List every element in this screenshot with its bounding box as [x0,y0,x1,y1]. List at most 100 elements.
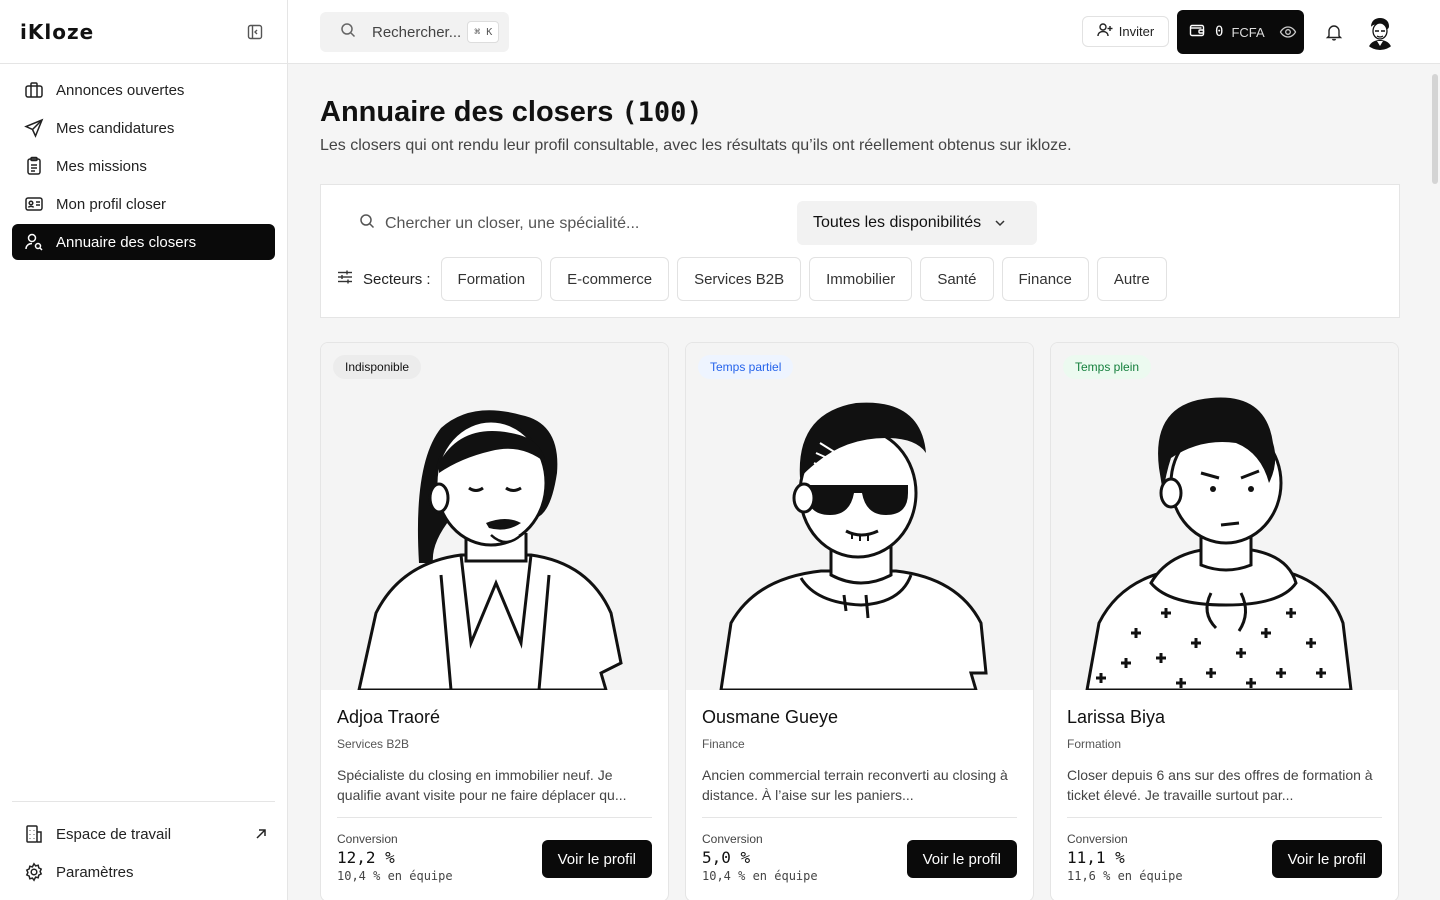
app-root: iKloze Annonces ouvertes Mes candidature… [0,0,1440,900]
availability-select[interactable]: Toutes les disponibilités [797,201,1037,245]
closer-bio: Ancien commercial terrain reconverti au … [702,767,1008,803]
page-title-text: Annuaire des closers [320,96,614,128]
sector-chip-ecommerce[interactable]: E-commerce [550,257,670,301]
building-icon [24,824,44,844]
closer-bio: Closer depuis 6 ans sur des offres de fo… [1067,767,1373,803]
closer-search[interactable]: Chercher un closer, une spécialité... [349,213,639,234]
wallet-balance[interactable]: 0 FCFA [1177,10,1304,54]
page-title: Annuaire des closers (100) [320,96,1400,129]
closer-card[interactable]: Temps partiel Ousmane Gueye Finance Anci… [685,342,1034,900]
sector-chip-formation[interactable]: Formation [440,257,543,301]
closer-search-input[interactable]: Chercher un closer, une spécialité... [385,215,639,233]
clipboard-icon [24,156,44,176]
eye-icon[interactable] [1279,23,1297,41]
closer-bio: Spécialiste du closing en immobilier neu… [337,767,627,803]
app-logo[interactable]: iKloze [20,20,94,44]
sidebar-item-candidatures[interactable]: Mes candidatures [12,110,275,146]
scrollbar-thumb[interactable] [1432,74,1438,184]
view-profile-button[interactable]: Voir le profil [1271,840,1382,878]
sector-chip-sante[interactable]: Santé [920,257,994,301]
closer-info: Adjoa Traoré Services B2B Spécialiste du… [337,707,652,883]
sliders-icon [337,269,353,289]
closer-card[interactable]: Temps plein Larissa Biya Formation Close… [1050,342,1399,900]
wallet-icon [1189,22,1205,43]
closer-sector: Services B2B [337,737,410,751]
external-link-icon [255,828,267,840]
invite-button[interactable]: Inviter [1082,16,1169,47]
closer-name: Ousmane Gueye [702,707,839,727]
wallet-currency: FCFA [1231,24,1265,40]
closer-info: Larissa Biya Formation Closer depuis 6 a… [1067,707,1382,883]
sectors-label-text: Secteurs : [363,270,431,288]
chevron-down-icon [993,216,1007,230]
sidebar-item-label: Espace de travail [56,825,172,843]
topbar: Rechercher... ⌘ K Inviter 0 FCFA [288,0,1440,64]
page-subtitle: Les closers qui ont rendu leur profil co… [320,137,1072,154]
sidebar: iKloze Annonces ouvertes Mes candidature… [0,0,288,900]
main-content: Annuaire des closers (100) Les closers q… [320,64,1400,900]
sidebar-item-profil[interactable]: Mon profil closer [12,186,275,222]
sidebar-footer: Espace de travail Paramètres [12,801,275,892]
closer-portrait [1051,343,1398,690]
sector-filter: Secteurs : Formation E-commerce Services… [337,257,1175,301]
sidebar-header: iKloze [0,0,287,64]
gear-icon [24,862,44,882]
sector-chip-autre[interactable]: Autre [1096,257,1167,301]
user-search-icon [24,232,44,252]
availability-value: Toutes les disponibilités [813,214,982,231]
briefcase-icon [24,80,44,100]
page-scrollbar[interactable] [1430,64,1440,900]
closer-sector: Finance [702,737,745,751]
sidebar-item-label: Paramètres [56,863,134,881]
send-icon [24,118,44,138]
sidebar-item-annuaire[interactable]: Annuaire des closers [12,224,275,260]
shortcut-hint: ⌘ K [467,21,500,43]
closer-info: Ousmane Gueye Finance Ancien commercial … [702,707,1017,883]
user-plus-icon [1097,22,1113,41]
id-card-icon [24,194,44,214]
divider [1067,817,1382,818]
sidebar-item-annonces[interactable]: Annonces ouvertes [12,72,275,108]
closer-name: Adjoa Traoré [337,707,441,727]
status-badge: Temps partiel [698,355,794,379]
sidebar-item-label: Mes missions [56,157,147,175]
view-profile-button[interactable]: Voir le profil [541,840,652,878]
sidebar-item-parametres[interactable]: Paramètres [12,854,275,890]
divider [702,817,1017,818]
closer-sector: Formation [1067,737,1122,751]
sidebar-item-label: Annonces ouvertes [56,81,185,99]
sector-chip-services-b2b[interactable]: Services B2B [677,257,802,301]
search-icon [359,213,375,234]
sidebar-item-label: Mes candidatures [56,119,175,137]
global-search[interactable]: Rechercher... ⌘ K [320,12,509,52]
closer-count: (100) [621,97,703,128]
closer-stats: Conversion 5,0 % 10,4 % en équipe Voir l… [702,832,1017,883]
sidebar-collapse-icon[interactable] [243,20,267,44]
closer-name: Larissa Biya [1067,707,1166,727]
view-profile-button[interactable]: Voir le profil [906,840,1017,878]
search-input[interactable]: Rechercher... [372,24,461,41]
sidebar-item-label: Mon profil closer [56,195,167,213]
bell-icon[interactable] [1322,20,1346,44]
status-badge: Indisponible [333,355,422,379]
sidebar-item-workspace[interactable]: Espace de travail [12,816,275,852]
sectors-label: Secteurs : [337,269,431,289]
sidebar-item-label: Annuaire des closers [56,233,197,251]
sector-chip-immobilier[interactable]: Immobilier [809,257,913,301]
closer-card[interactable]: Indisponible Adjoa Traoré Services B2B S… [320,342,669,900]
closer-portrait [686,343,1033,690]
filters-panel: Chercher un closer, une spécialité... To… [320,184,1400,318]
status-badge: Temps plein [1063,355,1152,379]
wallet-amount: 0 [1215,24,1224,40]
invite-label: Inviter [1118,24,1155,39]
divider [337,817,652,818]
closer-stats: Conversion 11,1 % 11,6 % en équipe Voir … [1067,832,1382,883]
sidebar-nav: Annonces ouvertes Mes candidatures Mes m… [0,64,287,260]
closer-stats: Conversion 12,2 % 10,4 % en équipe Voir … [337,832,652,883]
search-icon [340,22,356,43]
user-avatar[interactable] [1362,14,1398,50]
closer-portrait [321,343,668,690]
sector-chip-finance[interactable]: Finance [1001,257,1089,301]
closer-grid: Indisponible Adjoa Traoré Services B2B S… [320,342,1400,900]
sidebar-item-missions[interactable]: Mes missions [12,148,275,184]
